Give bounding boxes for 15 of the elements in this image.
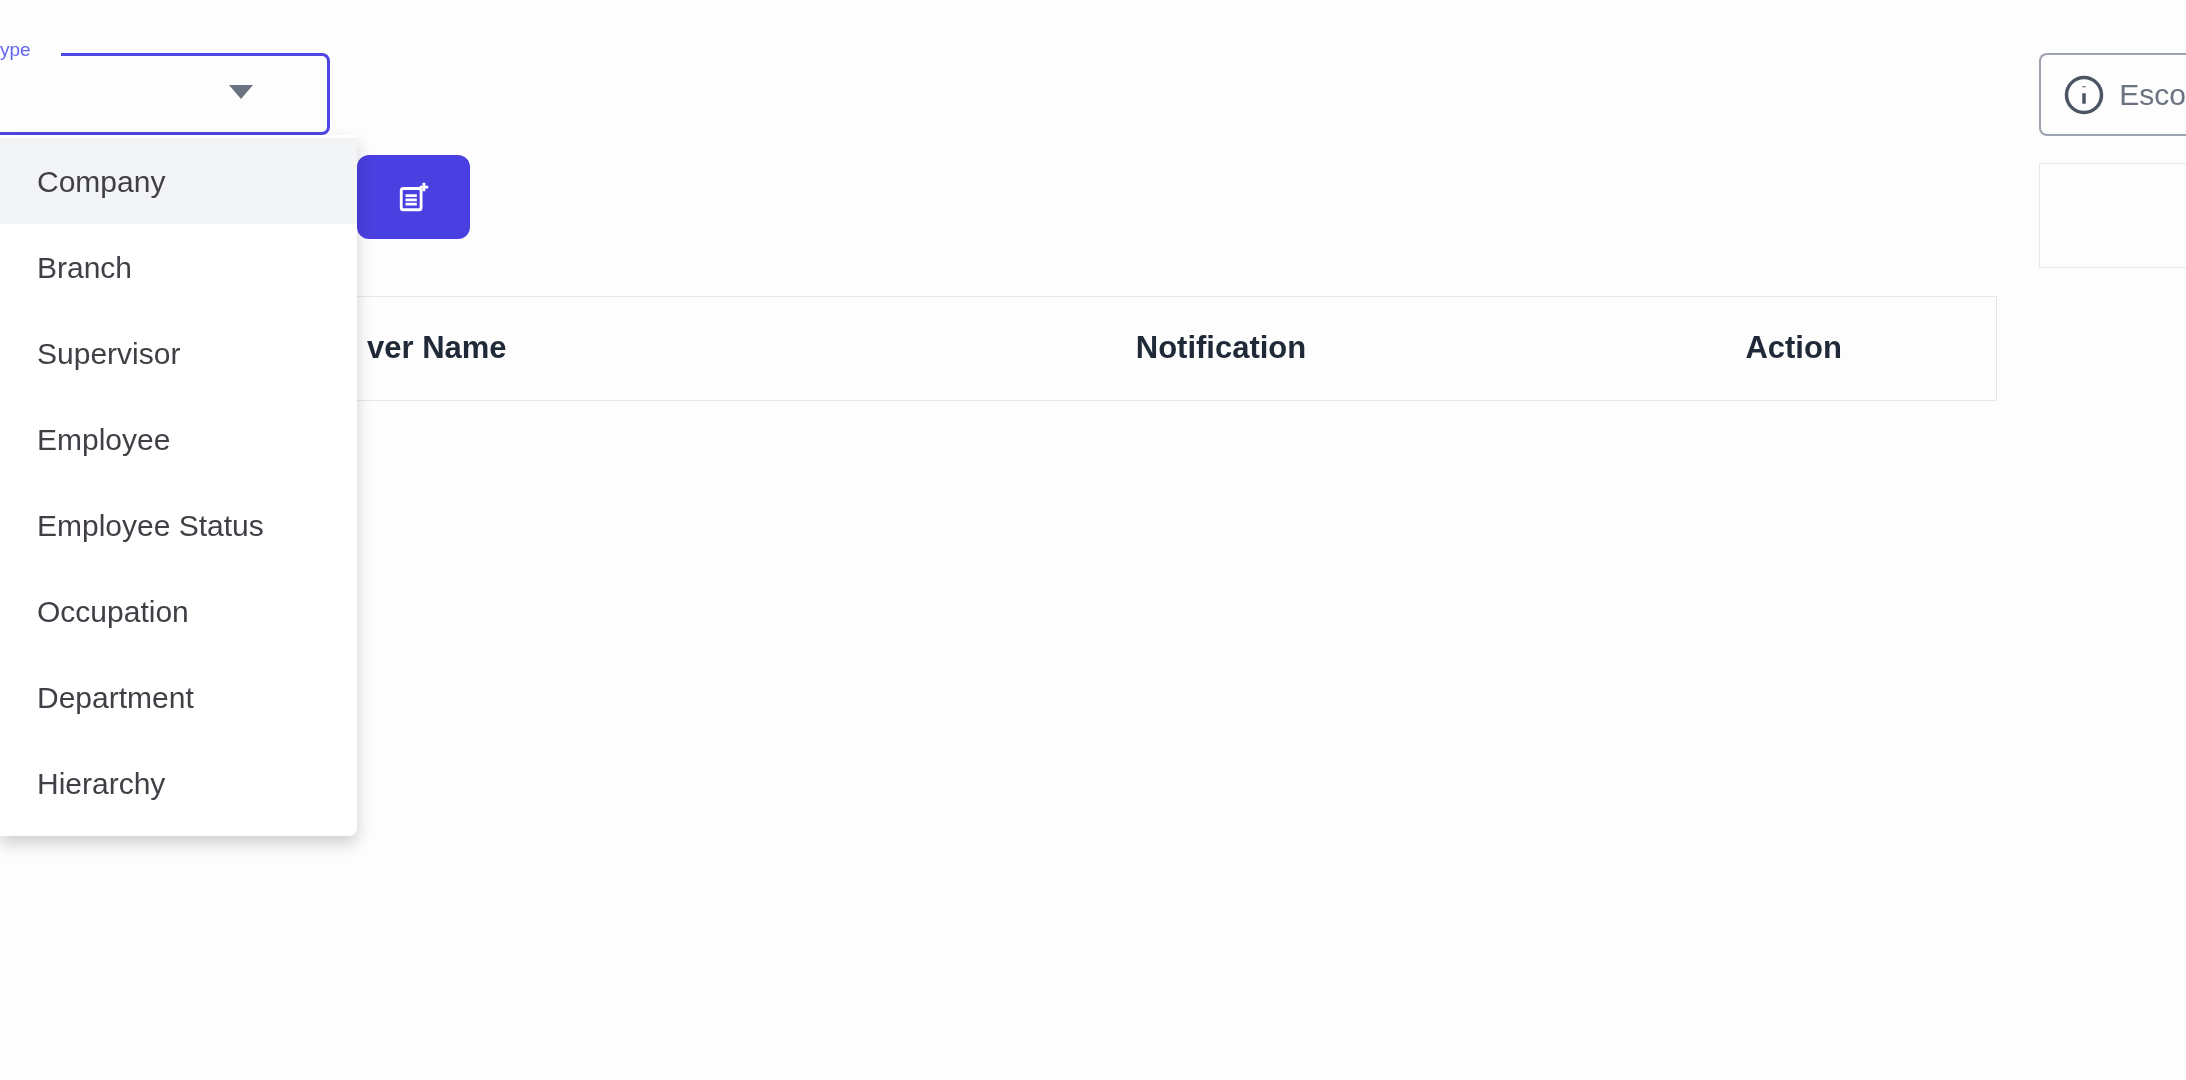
menu-option[interactable]: Supervisor [0,310,357,396]
menu-option[interactable]: Branch [0,224,357,310]
info-icon [2063,73,2106,116]
menu-option[interactable]: Employee Status [0,482,357,568]
menu-option[interactable]: Department [0,654,357,740]
menu-option[interactable]: Company [0,138,357,224]
column-header: Action [1744,329,1843,368]
column-header: Notification [1134,329,1308,368]
caret-icon [229,85,253,99]
add-document-button[interactable] [357,155,470,239]
menu-option[interactable]: Hierarchy [0,740,357,826]
column-header: ver Name [366,329,508,368]
notice-text: Esco [2119,77,2186,113]
menu-option[interactable]: Occupation [0,568,357,654]
menu-option[interactable]: Employee [0,396,357,482]
